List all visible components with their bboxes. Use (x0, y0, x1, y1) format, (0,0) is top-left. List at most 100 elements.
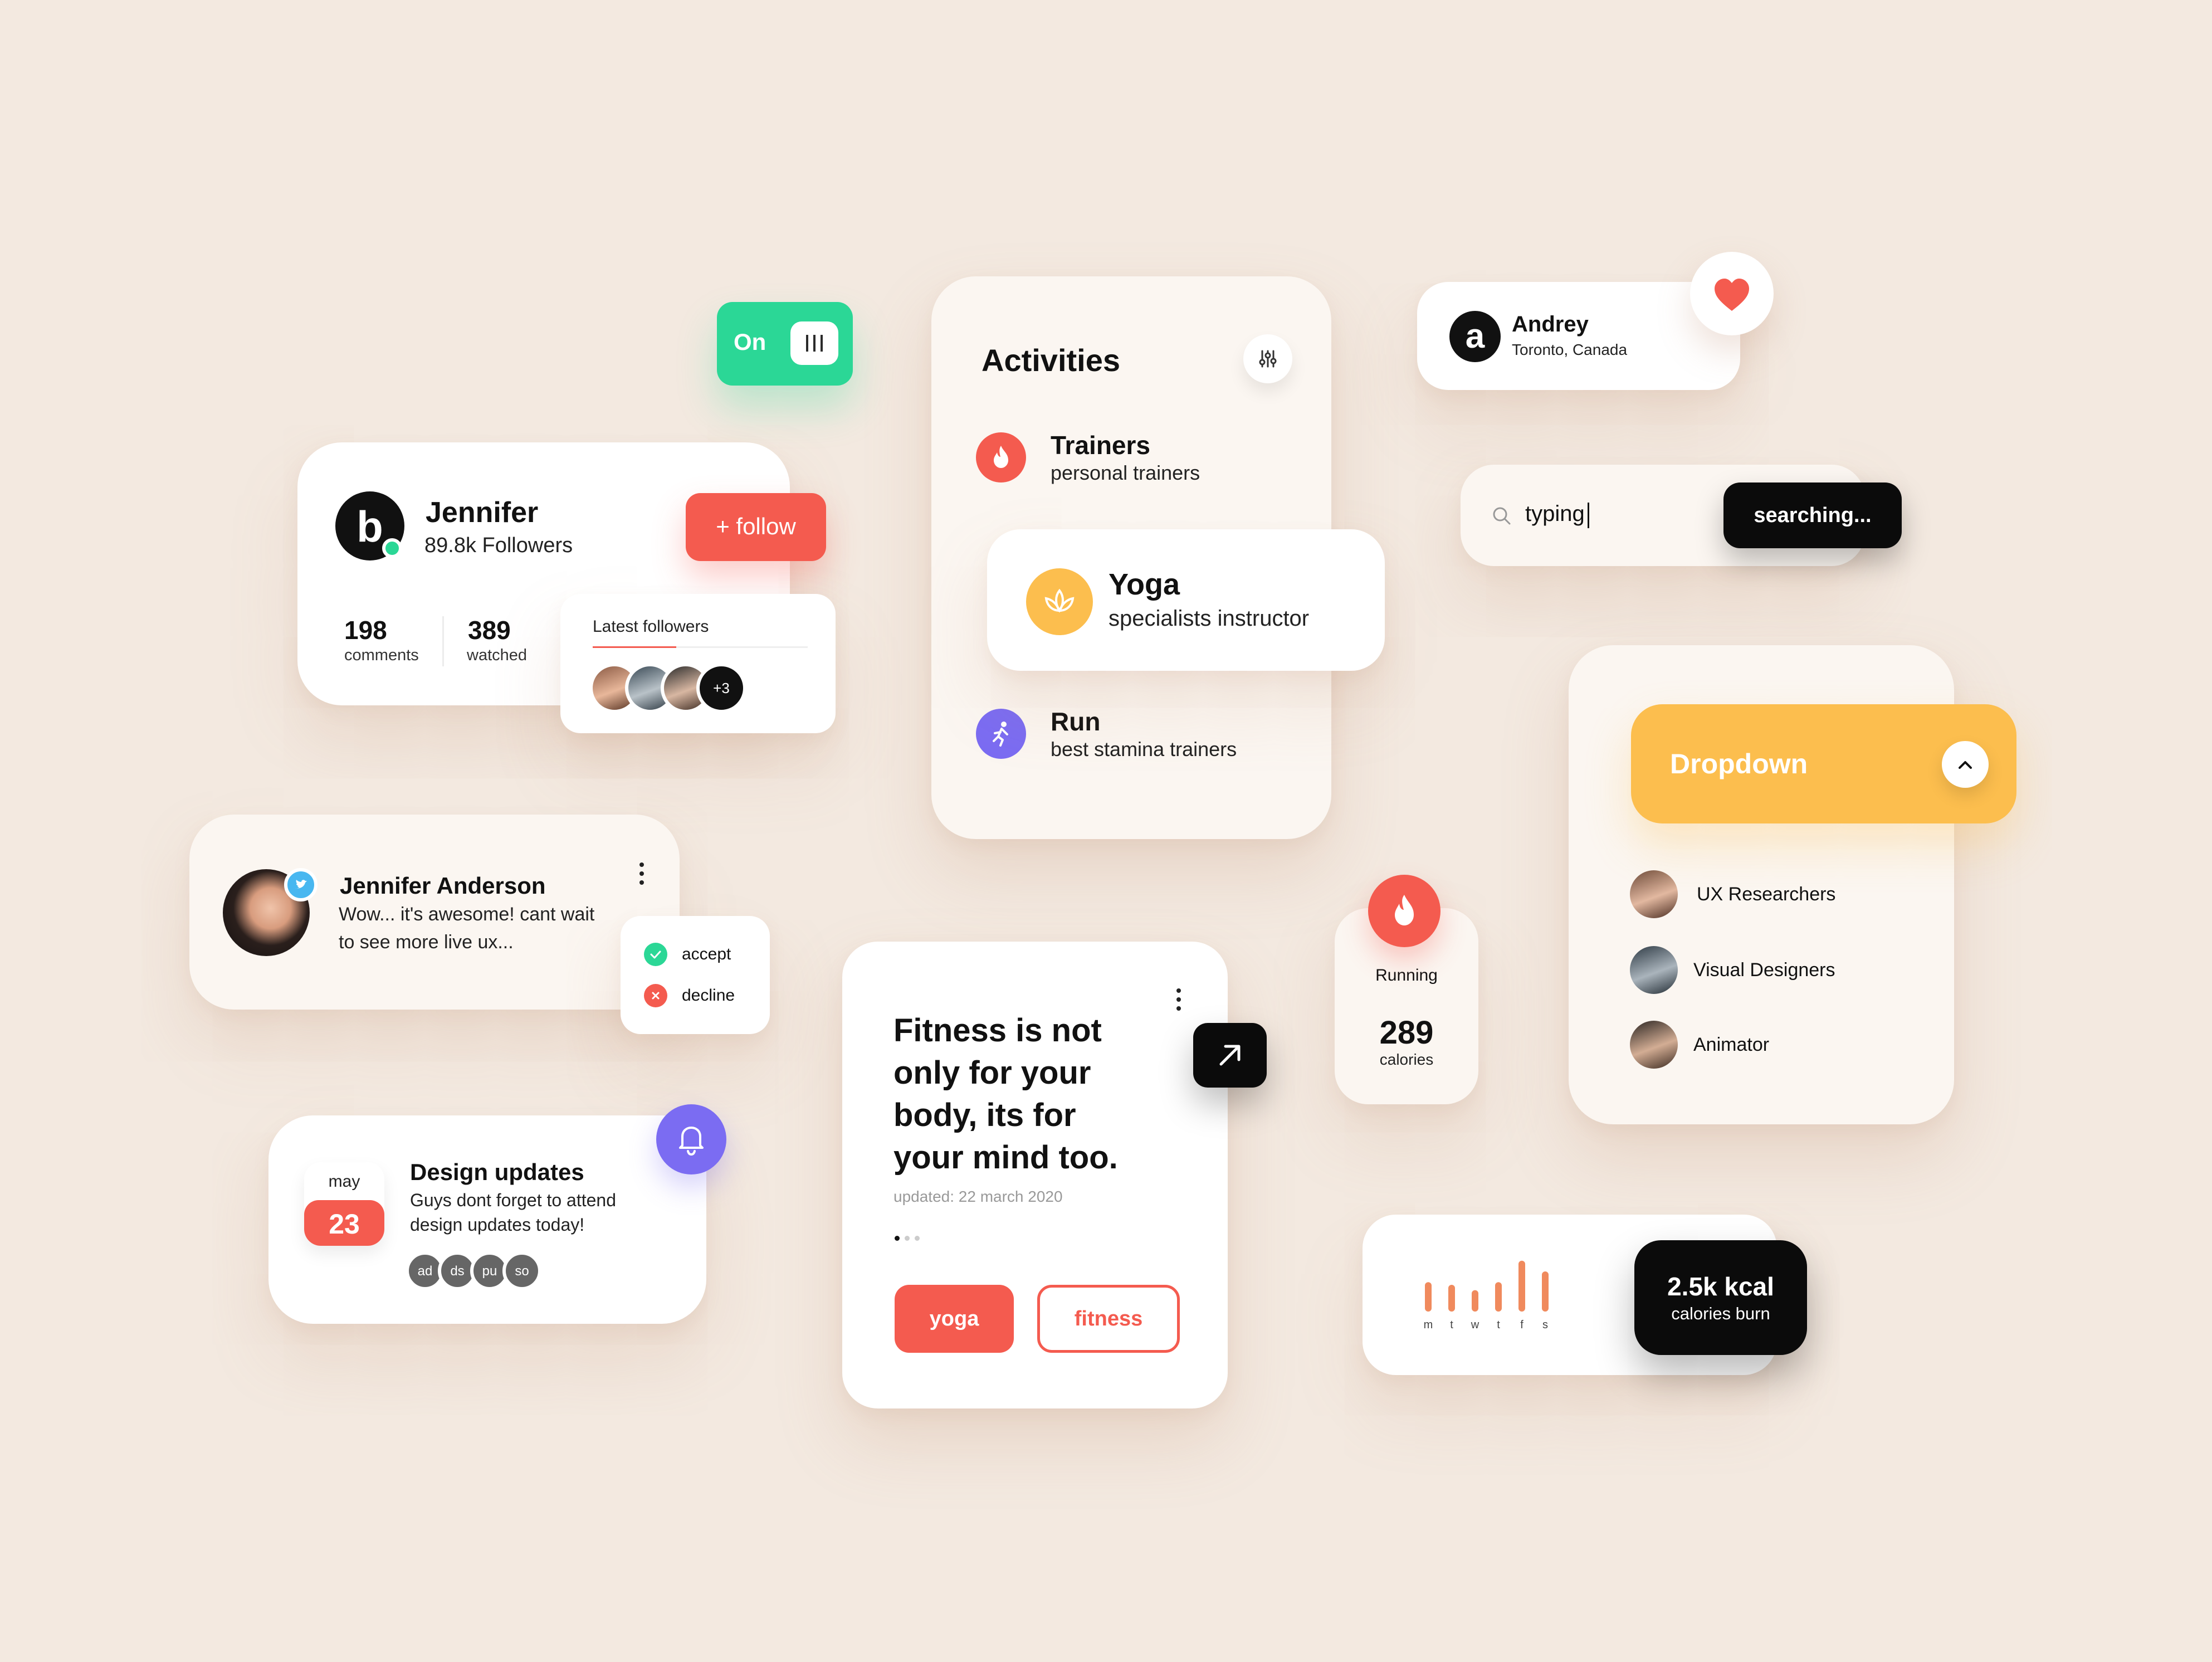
toggle-label: On (734, 329, 766, 355)
event-line2: design updates today! (410, 1215, 585, 1235)
dropdown-label: Dropdown (1670, 748, 1808, 779)
latest-followers-card: Latest followers +3 (560, 594, 836, 733)
stat-comments-value: 198 (344, 616, 387, 645)
day-label: t (1497, 1319, 1500, 1331)
day-label: m (1424, 1319, 1433, 1331)
running-unit: calories (1379, 1051, 1434, 1068)
carousel-dots[interactable] (895, 1235, 928, 1241)
location-place: Toronto, Canada (1512, 341, 1628, 358)
filter-icon (1259, 350, 1277, 368)
run-title: Run (1051, 707, 1101, 736)
member-initials: ad (417, 1264, 433, 1279)
date-month: may (328, 1172, 360, 1191)
dropdown-option[interactable]: UX Researchers (1630, 869, 1931, 923)
comment-more-button[interactable] (635, 860, 648, 888)
activity-item-run[interactable]: Run best stamina trainers (976, 703, 1288, 770)
day-label: w (1471, 1319, 1479, 1331)
flame-icon (1395, 895, 1414, 925)
twitter-badge (284, 868, 318, 901)
like-button[interactable] (1690, 252, 1774, 335)
yoga-title: Yoga (1109, 568, 1180, 601)
option-label: UX Researchers (1697, 884, 1836, 905)
day-label: f (1520, 1319, 1524, 1331)
member-initials: so (515, 1264, 529, 1279)
date-badge: may 23 (304, 1162, 384, 1246)
activities-title: Activities (982, 343, 1120, 378)
open-article-button[interactable] (1193, 1023, 1267, 1088)
latest-followers-active-line (593, 646, 676, 648)
location-logo: a (1449, 311, 1501, 362)
search-button-label: searching... (1754, 504, 1872, 527)
running-value: 289 (1379, 1015, 1434, 1051)
dropdown-header[interactable]: Dropdown (1631, 704, 2016, 823)
heart-icon (1715, 279, 1749, 311)
trainers-icon-badge (976, 432, 1026, 482)
runner-icon (993, 722, 1008, 747)
more-followers-badge[interactable]: +3 (696, 663, 746, 713)
activity-item-trainers[interactable]: Trainers personal trainers (976, 427, 1288, 494)
dropdown-toggle[interactable] (1942, 741, 1989, 788)
stat-watched-value: 389 (468, 616, 511, 645)
option-label: Animator (1693, 1034, 1770, 1055)
article-updated: updated: 22 march 2020 (893, 1188, 1063, 1205)
location-initial: a (1465, 317, 1485, 355)
day-label: t (1450, 1319, 1453, 1331)
chevron-up-icon (1959, 761, 1972, 769)
date-day: 23 (329, 1208, 360, 1240)
article-card: Fitness is not only for your body, its f… (842, 942, 1228, 1408)
member-avatar[interactable]: so (502, 1251, 541, 1290)
calories-bar-chart: mtwtfs (1424, 1260, 1549, 1331)
article-title-line: Fitness is not (893, 1012, 1102, 1049)
accept-label: accept (682, 945, 731, 963)
tag-fitness-label: fitness (1074, 1307, 1143, 1330)
tag-yoga[interactable]: yoga (895, 1285, 1014, 1353)
text-cursor (1588, 503, 1589, 528)
tag-yoga-label: yoga (929, 1307, 979, 1330)
trainers-subtitle: personal trainers (1051, 461, 1200, 484)
member-initials: pu (482, 1264, 497, 1279)
comment-text-line1: Wow... it's awesome! cant wait (339, 904, 595, 925)
profile-logo: b (335, 491, 404, 561)
dropdown-option[interactable]: Visual Designers (1630, 945, 1931, 998)
online-indicator (382, 538, 402, 558)
latest-followers-title: Latest followers (593, 617, 709, 636)
comment-card: Jennifer Anderson Wow... it's awesome! c… (189, 815, 680, 1010)
stat-watched-label: watched (467, 646, 528, 664)
comment-text-line2: to see more live ux... (339, 932, 514, 953)
calories-total-label: calories burn (1671, 1304, 1770, 1323)
accept-decline-card: accept decline (621, 916, 770, 1034)
search-input[interactable]: typing (1525, 501, 1585, 527)
arrow-up-right-icon (1219, 1045, 1241, 1066)
article-title-line: only for your (893, 1055, 1091, 1091)
filter-button[interactable] (1243, 334, 1292, 383)
bell-icon (679, 1127, 704, 1156)
notification-button[interactable] (656, 1104, 726, 1174)
running-icon-badge (1368, 875, 1441, 947)
option-avatar (1630, 946, 1678, 994)
calories-total-card: 2.5k kcal calories burn (1634, 1240, 1807, 1355)
on-toggle[interactable]: On (717, 302, 853, 386)
profile-followers: 89.8k Followers (424, 534, 573, 557)
lotus-icon (1044, 588, 1075, 613)
more-followers-count: +3 (713, 680, 730, 696)
decline-option[interactable]: decline (644, 983, 755, 1008)
more-vertical-icon (1176, 988, 1181, 1011)
running-label: Running (1375, 966, 1438, 984)
option-avatar (1630, 870, 1678, 918)
follow-button[interactable]: + follow (686, 493, 826, 561)
decline-label: decline (682, 986, 735, 1005)
event-title: Design updates (410, 1159, 584, 1185)
activity-item-yoga[interactable]: Yoga specialists instructor (987, 529, 1385, 671)
search-icon (1493, 507, 1511, 525)
dropdown-option[interactable]: Animator (1630, 1020, 1931, 1073)
close-icon (644, 984, 667, 1007)
search-button[interactable]: searching... (1723, 482, 1902, 548)
article-more-button[interactable] (1172, 986, 1185, 1014)
accept-option[interactable]: accept (644, 942, 755, 967)
trainers-title: Trainers (1051, 431, 1150, 460)
toggle-knob[interactable] (790, 321, 838, 365)
location-name: Andrey (1512, 312, 1589, 337)
more-vertical-icon (639, 862, 644, 885)
tag-fitness[interactable]: fitness (1037, 1285, 1180, 1353)
stats-divider (442, 616, 444, 666)
